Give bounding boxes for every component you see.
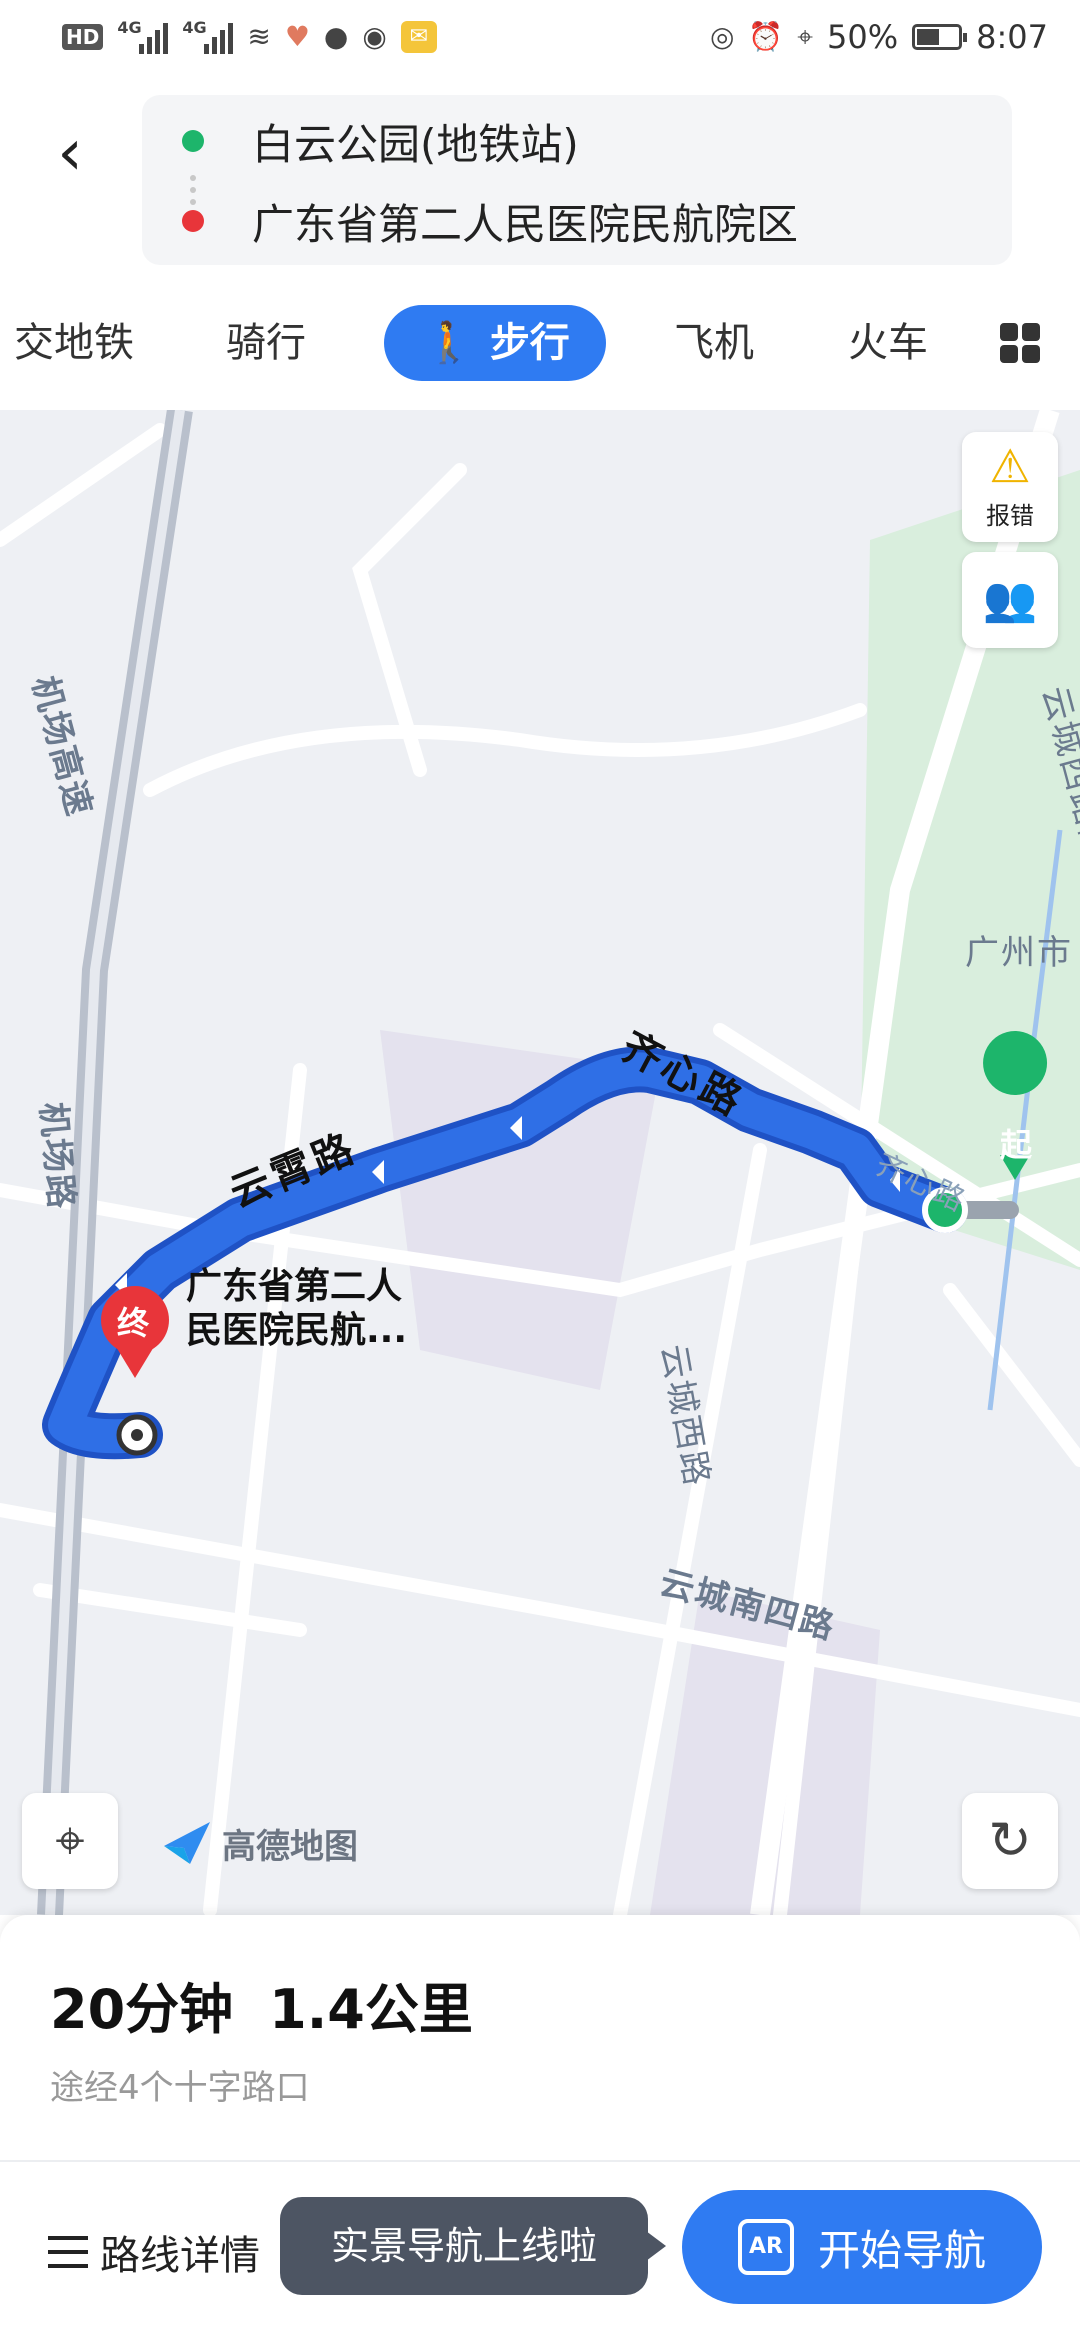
end-pin-label: 终 <box>117 1304 154 1342</box>
status-left: HD 4G 4G ≋ ♥ ● ◉ ✉ <box>62 14 437 60</box>
pet-icon: ◉ <box>362 20 387 53</box>
warning-icon: ⚠ <box>989 439 1031 493</box>
ar-icon: AR <box>737 2219 794 2275</box>
tab-train[interactable]: 火车 <box>848 305 928 381</box>
battery-percent: 50% <box>827 18 899 56</box>
tab-subway[interactable]: 交地铁 <box>14 305 134 381</box>
amap-logo-icon <box>164 1822 210 1864</box>
people-icon[interactable]: 👥 <box>962 552 1058 648</box>
tab-cycling[interactable]: 骑行 <box>226 305 306 381</box>
report-error-button[interactable]: ⚠ 报错 <box>962 432 1058 542</box>
start-navigation-label: 开始导航 <box>817 2225 986 2275</box>
location-icon: ⌖ <box>797 20 814 53</box>
map-view[interactable]: 起 终 机场高速 机场路 云城西路隧道 广州市 云城西路 云城南四路 齐心路 齐… <box>0 410 1080 1915</box>
refresh-icon[interactable]: ↻ <box>962 1793 1058 1889</box>
mail-icon: ✉ <box>400 21 437 53</box>
amap-logo: 高德地图 <box>160 1818 358 1868</box>
route-info-panel[interactable]: 20分钟 1.4公里 途经4个十字路口 <box>0 1915 1080 2160</box>
clock: 8:07 <box>976 18 1048 56</box>
walk-icon: 🚶 <box>424 320 474 366</box>
start-location: 白云公园(地铁站) <box>252 119 579 169</box>
tab-flight[interactable]: 飞机 <box>674 305 754 381</box>
tab-walking-label: 步行 <box>489 320 570 366</box>
list-icon <box>48 2236 88 2268</box>
action-bar: 路线详情 实景导航上线啦 AR 开始导航 <box>0 2162 1080 2340</box>
health-icon: ♥ <box>284 20 310 53</box>
road-label-airport-road: 机场路 <box>32 1100 82 1212</box>
swap-icon[interactable]: ⇅ <box>1072 143 1080 243</box>
signal-icon: 4G <box>117 18 169 54</box>
end-location: 广东省第二人民医院民航院区 <box>252 199 799 249</box>
eye-icon: ◎ <box>709 20 735 53</box>
signal-icon: 4G <box>182 18 234 54</box>
route-details-label: 路线详情 <box>100 2233 260 2279</box>
end-dot-icon <box>182 210 204 232</box>
start-navigation-button[interactable]: AR 开始导航 <box>682 2190 1042 2304</box>
more-grid-icon[interactable] <box>1000 323 1040 363</box>
route-summary: 20分钟 1.4公里 <box>50 1965 473 2044</box>
tab-walking[interactable]: 🚶 步行 <box>384 305 606 381</box>
wifi-icon: ≋ <box>247 20 271 53</box>
transport-tabs: 交地铁 骑行 🚶 步行 飞机 火车 <box>0 275 1080 410</box>
start-pin <box>983 1031 1048 1095</box>
battery-icon <box>912 24 968 50</box>
alarm-icon: ⏰ <box>748 20 784 53</box>
route-input-box: 白云公园(地铁站) 广东省第二人民医院民航院区 ⇅ <box>142 95 1012 265</box>
route-details-button[interactable]: 路线详情 <box>48 2207 260 2297</box>
status-bar: HD 4G 4G ≋ ♥ ● ◉ ✉ ◎ ⏰ ⌖ 50% 8:07 <box>0 0 1080 75</box>
duration: 20分钟 <box>50 1978 234 2041</box>
area-label-guangzhou: 广州市 <box>965 933 1073 973</box>
distance: 1.4公里 <box>269 1978 473 2041</box>
ar-nav-tooltip: 实景导航上线啦 <box>280 2197 666 2295</box>
hd-icon: HD <box>62 24 104 50</box>
start-pin-label: 起 <box>1000 1126 1037 1164</box>
back-arrow-icon[interactable]: ‹ <box>40 113 100 193</box>
end-field[interactable]: 广东省第二人民医院民航院区 <box>142 181 922 261</box>
start-field[interactable]: 白云公园(地铁站) <box>142 101 922 181</box>
via-info: 途经4个十字路口 <box>50 2068 310 2108</box>
report-label: 报错 <box>986 502 1034 530</box>
locate-icon[interactable]: ⌖ <box>22 1793 118 1889</box>
logo-text: 高德地图 <box>222 1826 358 1867</box>
start-dot-icon <box>182 130 204 152</box>
route-header: ‹ 白云公园(地铁站) 广东省第二人民医院民航院区 ⇅ <box>0 75 1080 275</box>
wechat-icon: ● <box>323 20 349 53</box>
status-right: ◎ ⏰ ⌖ 50% 8:07 <box>710 14 1048 60</box>
destination-label[interactable]: 广东省第二人民医院民航... <box>186 1265 426 1353</box>
